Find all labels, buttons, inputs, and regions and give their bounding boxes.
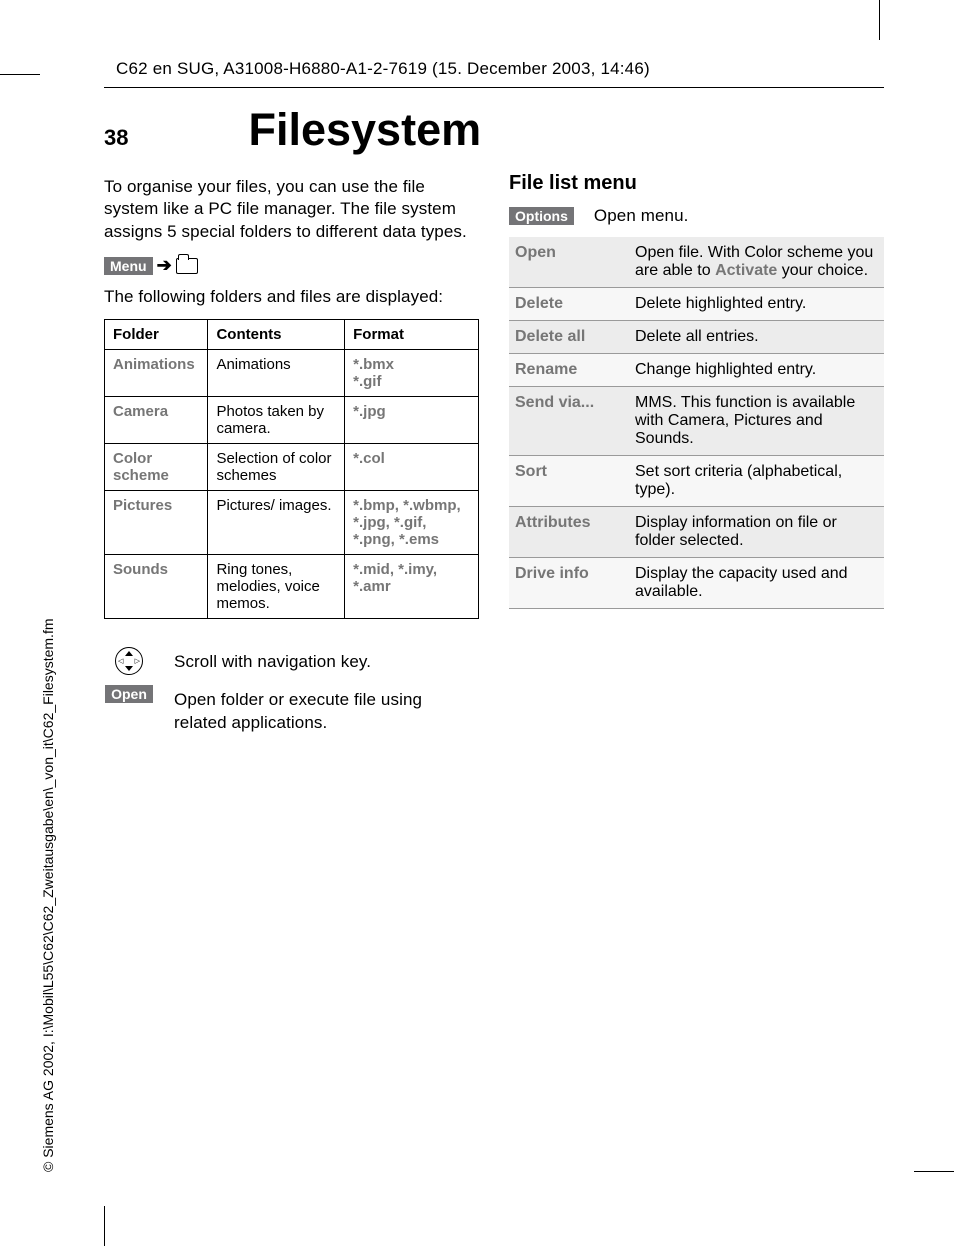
cell-contents: Pictures/ images.	[208, 490, 345, 554]
table-row: Camera Photos taken by camera. *.jpg	[105, 396, 479, 443]
menu-row: Delete Delete highlighted entry.	[509, 288, 884, 321]
menu-pill: Menu	[104, 257, 153, 275]
menu-desc: Display information on file or folder se…	[629, 507, 884, 558]
open-pill: Open	[105, 685, 153, 703]
cell-contents: Selection of color schemes	[208, 443, 345, 490]
intro-text: To organise your files, you can use the …	[104, 172, 479, 247]
nav-left-arrow: ◁	[118, 657, 123, 665]
cell-contents: Animations	[208, 349, 345, 396]
cell-folder: Color scheme	[105, 443, 208, 490]
menu-row: Drive info Display the capacity used and…	[509, 558, 884, 609]
open-row: Open Open folder or execute file using r…	[104, 681, 479, 742]
menu-desc-bold: Activate	[715, 262, 777, 279]
crop-mark	[104, 1206, 105, 1246]
nav-key-icon: ◁ ▷	[115, 647, 143, 675]
menu-path: Menu ➔	[104, 255, 198, 276]
folder-table: Folder Contents Format Animations Animat…	[104, 319, 479, 619]
nav-right-arrow: ▷	[135, 657, 140, 665]
options-text: Open menu.	[594, 201, 689, 231]
table-row: Color scheme Selection of color schemes …	[105, 443, 479, 490]
menu-desc: Delete all entries.	[629, 321, 884, 354]
page-number: 38	[104, 125, 128, 151]
cell-folder: Sounds	[105, 554, 208, 618]
menu-desc: Open file. With Color scheme you are abl…	[629, 237, 884, 288]
menu-label: Delete	[509, 288, 629, 321]
menu-label: Open	[509, 237, 629, 288]
side-file-path: © Siemens AG 2002, I:\Mobil\L55\C62\C62_…	[40, 619, 56, 1173]
cell-format: *.bmp, *.wbmp, *.jpg, *.gif, *.png, *.em…	[345, 490, 479, 554]
menu-label: Drive info	[509, 558, 629, 609]
cell-format: *.col	[345, 443, 479, 490]
cell-folder: Animations	[105, 349, 208, 396]
cell-contents: Photos taken by camera.	[208, 396, 345, 443]
after-menu-text: The following folders and files are disp…	[104, 282, 479, 312]
menu-desc: MMS. This function is available with Cam…	[629, 387, 884, 456]
menu-desc-text: your choice.	[777, 262, 868, 279]
left-column: To organise your files, you can use the …	[104, 172, 479, 742]
page-title: Filesystem	[248, 104, 481, 156]
menu-desc: Change highlighted entry.	[629, 354, 884, 387]
menu-row: Delete all Delete all entries.	[509, 321, 884, 354]
menu-row: Sort Set sort criteria (alphabetical, ty…	[509, 456, 884, 507]
cell-format: *.jpg	[345, 396, 479, 443]
cell-contents: Ring tones, melodies, voice memos.	[208, 554, 345, 618]
menu-label: Attributes	[509, 507, 629, 558]
menu-label: Sort	[509, 456, 629, 507]
options-pill: Options	[509, 207, 574, 225]
table-header-row: Folder Contents Format	[105, 319, 479, 349]
table-row: Animations Animations *.bmx *.gif	[105, 349, 479, 396]
arrow-icon: ➔	[157, 255, 172, 276]
right-column: File list menu Options Open menu. Open O…	[509, 172, 884, 742]
th-format: Format	[345, 319, 479, 349]
menu-label: Send via...	[509, 387, 629, 456]
table-row: Sounds Ring tones, melodies, voice memos…	[105, 554, 479, 618]
menu-desc: Set sort criteria (alphabetical, type).	[629, 456, 884, 507]
cell-folder: Pictures	[105, 490, 208, 554]
file-list-menu-heading: File list menu	[509, 172, 884, 195]
crop-mark	[0, 74, 40, 75]
menu-row: Send via... MMS. This function is availa…	[509, 387, 884, 456]
title-row: 38 Filesystem	[104, 88, 884, 166]
page-container: C62 en SUG, A31008-H6880-A1-2-7619 (15. …	[104, 45, 884, 742]
th-folder: Folder	[105, 319, 208, 349]
menu-row: Attributes Display information on file o…	[509, 507, 884, 558]
menu-label: Rename	[509, 354, 629, 387]
folder-icon	[176, 258, 198, 274]
page-header: C62 en SUG, A31008-H6880-A1-2-7619 (15. …	[104, 45, 884, 88]
crop-mark	[914, 1171, 954, 1172]
menu-row: Open Open file. With Color scheme you ar…	[509, 237, 884, 288]
table-row: Pictures Pictures/ images. *.bmp, *.wbmp…	[105, 490, 479, 554]
cell-format: *.bmx *.gif	[345, 349, 479, 396]
file-list-menu-table: Open Open file. With Color scheme you ar…	[509, 237, 884, 609]
menu-label: Delete all	[509, 321, 629, 354]
cell-format: *.mid, *.imy, *.amr	[345, 554, 479, 618]
nav-key-row: ◁ ▷ Scroll with navigation key.	[104, 643, 479, 681]
nav-text: Scroll with navigation key.	[174, 647, 371, 677]
options-line: Options Open menu.	[509, 201, 884, 231]
th-contents: Contents	[208, 319, 345, 349]
open-text: Open folder or execute file using relate…	[174, 685, 479, 738]
crop-mark	[879, 0, 880, 40]
cell-folder: Camera	[105, 396, 208, 443]
menu-desc: Delete highlighted entry.	[629, 288, 884, 321]
menu-desc: Display the capacity used and available.	[629, 558, 884, 609]
menu-row: Rename Change highlighted entry.	[509, 354, 884, 387]
